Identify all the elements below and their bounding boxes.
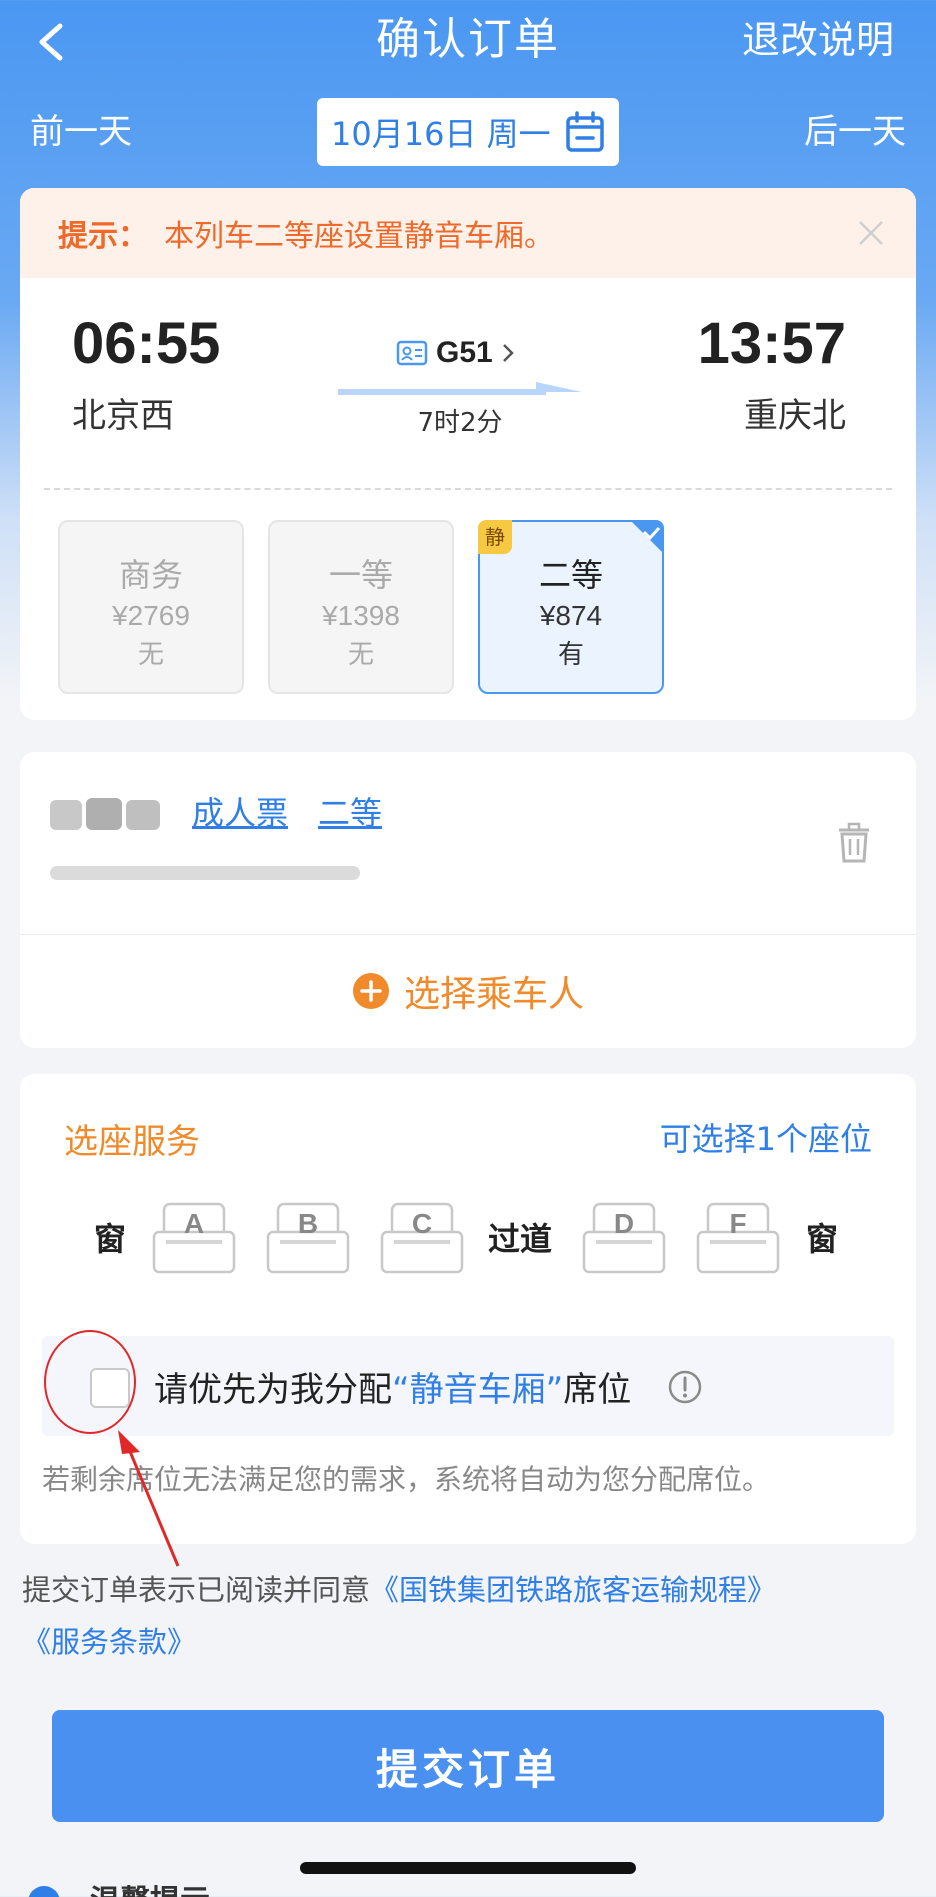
arrival-time: 13:57 — [697, 311, 846, 376]
seat-class-price: ¥874 — [539, 600, 603, 631]
seat-c-button[interactable]: C — [380, 1202, 464, 1276]
journey-arrow-icon — [338, 382, 582, 395]
seat-service-title: 选座服务 — [64, 1122, 200, 1162]
submit-order-button[interactable]: 提交订单 — [52, 1710, 884, 1822]
seat-d-button[interactable]: D — [582, 1202, 666, 1276]
divider — [44, 488, 892, 490]
train-number-link[interactable]: G51 — [396, 336, 515, 370]
seat-letter: B — [297, 1208, 319, 1239]
seat-count-hint: 可选择1个座位 — [659, 1120, 872, 1158]
quiet-car-prefix: 请优先为我分配 — [154, 1370, 392, 1410]
date-picker[interactable]: 10月16日 周一 — [317, 98, 619, 166]
seat-class-first[interactable]: 一等 ¥1398 无 — [268, 520, 454, 694]
seat-class-name: 二等 — [538, 556, 603, 594]
quiet-car-label: 请优先为我分配“静音车厢”席位 — [154, 1362, 631, 1411]
trash-icon[interactable] — [836, 822, 872, 864]
seat-class-price: ¥2769 — [112, 600, 190, 631]
info-icon[interactable] — [668, 1370, 702, 1404]
seat-letter: D — [613, 1208, 635, 1239]
seat-class-name: 一等 — [328, 556, 393, 594]
window-label-left: 窗 — [94, 1220, 127, 1258]
agreement-text: 提交订单表示已阅读并同意《国铁集团铁路旅客运输规程》《服务条款》 — [22, 1564, 922, 1668]
ticket-type-link[interactable]: 成人票 — [192, 788, 288, 834]
seat-letter: C — [411, 1208, 433, 1239]
seat-class-link[interactable]: 二等 — [318, 788, 382, 834]
departure-station: 北京西 — [72, 396, 174, 436]
id-card-icon — [396, 340, 428, 366]
quiet-car-highlight: “静音车厢” — [392, 1370, 564, 1410]
quiet-car-option[interactable]: 请优先为我分配“静音车厢”席位 — [42, 1336, 894, 1436]
seat-map: 窗 A B C 过道 D F 窗 — [20, 1202, 916, 1282]
train-number: G51 — [436, 336, 493, 369]
annotation-circle — [44, 1330, 136, 1434]
check-icon — [630, 520, 664, 554]
transport-rules-link[interactable]: 《国铁集团铁路旅客运输规程》 — [370, 1573, 776, 1607]
home-indicator — [300, 1862, 636, 1874]
passenger-id-blurred — [50, 866, 360, 880]
passenger-name-blurred — [50, 798, 160, 830]
quiet-badge: 静 — [478, 520, 512, 554]
refund-rules-link[interactable]: 退改说明 — [742, 8, 894, 72]
seat-a-button[interactable]: A — [152, 1202, 236, 1276]
notice-label: 提示： — [58, 219, 148, 254]
notice-banner: 提示： 本列车二等座设置静音车厢。 — [20, 188, 916, 278]
annotation-arrow — [118, 1430, 180, 1567]
seat-letter: F — [729, 1208, 747, 1239]
service-terms-link[interactable]: 《服务条款》 — [22, 1625, 196, 1659]
calendar-icon — [566, 111, 604, 152]
train-info-card: 提示： 本列车二等座设置静音车厢。 06:55 北京西 13:57 重庆北 G5… — [20, 188, 916, 720]
add-passenger-button[interactable]: 选择乘车人 — [20, 934, 916, 1048]
arrival-station: 重庆北 — [744, 396, 846, 436]
seat-class-availability: 无 — [137, 640, 164, 670]
agreement-prefix: 提交订单表示已阅读并同意 — [22, 1573, 371, 1607]
seat-class-availability: 有 — [557, 640, 584, 670]
next-day-button[interactable]: 后一天 — [804, 104, 906, 160]
window-label-right: 窗 — [806, 1220, 839, 1258]
tip-icon — [28, 1886, 60, 1897]
close-icon[interactable] — [856, 218, 886, 248]
seat-b-button[interactable]: B — [266, 1202, 350, 1276]
quiet-car-suffix: 席位 — [563, 1370, 632, 1410]
add-passenger-label: 选择乘车人 — [403, 974, 584, 1015]
seat-class-business[interactable]: 商务 ¥2769 无 — [58, 520, 244, 694]
seat-class-price: ¥1398 — [322, 600, 400, 631]
prev-day-button[interactable]: 前一天 — [30, 104, 132, 160]
seat-f-button[interactable]: F — [696, 1202, 780, 1276]
seat-class-availability: 无 — [347, 640, 374, 670]
seat-letter: A — [183, 1208, 205, 1239]
plus-icon — [352, 973, 389, 1009]
passenger-card: 成人票 二等 选择乘车人 — [20, 752, 916, 1048]
date-label: 10月16日 周一 — [331, 115, 551, 153]
seat-class-second[interactable]: 静 二等 ¥874 有 — [478, 520, 664, 694]
departure-time: 06:55 — [72, 311, 221, 376]
seat-class-name: 商务 — [118, 556, 183, 594]
notice-text: 本列车二等座设置静音车厢。 — [164, 219, 554, 254]
aisle-label: 过道 — [488, 1220, 553, 1258]
chevron-right-icon — [502, 344, 514, 362]
tip-label[interactable]: 温馨提示 — [90, 1876, 210, 1897]
duration: 7时2分 — [417, 408, 503, 438]
